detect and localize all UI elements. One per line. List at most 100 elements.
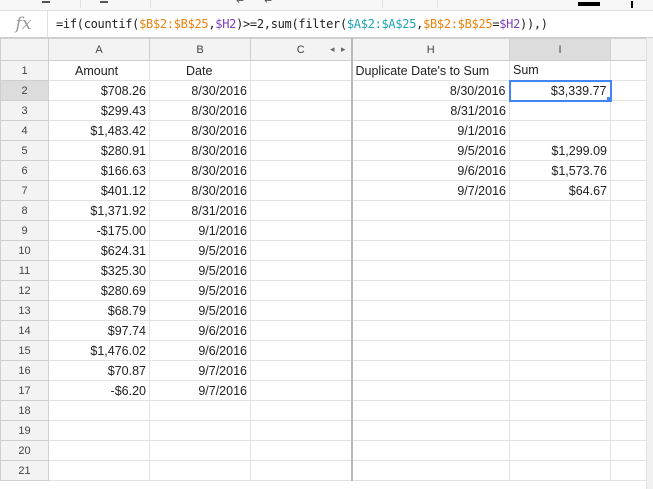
cell-next[interactable] [610,420,648,441]
cell-i2[interactable]: $3,339.77 [508,79,612,102]
cell-h12[interactable] [350,280,510,301]
cell-i11[interactable] [509,260,611,281]
cell-a15[interactable]: $1,476.02 [48,340,150,361]
cell-b18[interactable] [149,400,251,421]
cell-b4[interactable]: 8/30/2016 [149,120,251,141]
cell-c4[interactable] [250,120,352,141]
cell-a11[interactable]: $325.30 [48,260,150,281]
cell-next[interactable] [610,460,648,481]
cell-i15[interactable] [509,340,611,361]
row-header[interactable]: 18 [0,400,49,421]
row-header[interactable]: 19 [0,420,49,441]
cell-a14[interactable]: $97.74 [48,320,150,341]
cell-next[interactable] [610,160,648,181]
row-header[interactable]: 7 [0,180,49,201]
cell-i7[interactable]: $64.67 [509,180,611,201]
cell-i3[interactable] [509,100,611,121]
cell-a19[interactable] [48,420,150,441]
cell-h4[interactable]: 9/1/2016 [350,120,510,141]
cell-next[interactable] [610,140,648,161]
cell-a3[interactable]: $299.43 [48,100,150,121]
row-header[interactable]: 1 [0,60,49,81]
cell-b10[interactable]: 9/5/2016 [149,240,251,261]
row-header[interactable]: 21 [0,460,49,481]
cell-h19[interactable] [350,420,510,441]
cell-c18[interactable] [250,400,352,421]
cell-a2[interactable]: $708.26 [48,80,150,101]
cell-c6[interactable] [250,160,352,181]
cell-c13[interactable] [250,300,352,321]
cell-i19[interactable] [509,420,611,441]
cell-b15[interactable]: 9/6/2016 [149,340,251,361]
cell-b13[interactable]: 9/5/2016 [149,300,251,321]
cell-a13[interactable]: $68.79 [48,300,150,321]
cell-c17[interactable] [250,380,352,401]
cell-c1[interactable] [250,60,352,81]
cell-next[interactable] [610,400,648,421]
row-header[interactable]: 16 [0,360,49,381]
fill-handle[interactable] [605,95,609,99]
cell-b5[interactable]: 8/30/2016 [149,140,251,161]
cell-b8[interactable]: 8/31/2016 [149,200,251,221]
cell-i6[interactable]: $1,573.76 [509,160,611,181]
cell-c14[interactable] [250,320,352,341]
column-header-next[interactable] [610,38,648,61]
vertical-scrollbar[interactable] [646,38,653,489]
row-header[interactable]: 13 [0,300,49,321]
cell-next[interactable] [610,200,648,221]
row-header[interactable]: 20 [0,440,49,461]
column-header-h[interactable]: H [350,38,510,61]
cell-b12[interactable]: 9/5/2016 [149,280,251,301]
cell-b2[interactable]: 8/30/2016 [149,80,251,101]
toolbar-icon[interactable] [631,1,633,8]
cell-c21[interactable] [250,460,352,481]
cell-c20[interactable] [250,440,352,461]
cell-next[interactable] [610,300,648,321]
cell-h11[interactable] [350,260,510,281]
cell-b9[interactable]: 9/1/2016 [149,220,251,241]
cell-next[interactable] [610,380,648,401]
cell-a1[interactable]: Amount [48,60,150,81]
cell-i4[interactable] [509,120,611,141]
row-header[interactable]: 10 [0,240,49,261]
cell-b20[interactable] [149,440,251,461]
cell-b21[interactable] [149,460,251,481]
row-header[interactable]: 14 [0,320,49,341]
cell-next[interactable] [610,80,648,101]
cell-c3[interactable] [250,100,352,121]
cell-h8[interactable] [350,200,510,221]
cell-next[interactable] [610,280,648,301]
cell-next[interactable] [610,260,648,281]
cell-a12[interactable]: $280.69 [48,280,150,301]
cell-h20[interactable] [350,440,510,461]
column-header-b[interactable]: B [149,38,251,61]
cell-h17[interactable] [350,380,510,401]
cell-next[interactable] [610,440,648,461]
row-header[interactable]: 6 [0,160,49,181]
row-header[interactable]: 15 [0,340,49,361]
row-header[interactable]: 12 [0,280,49,301]
cell-h15[interactable] [350,340,510,361]
cell-i5[interactable]: $1,299.09 [509,140,611,161]
cell-c12[interactable] [250,280,352,301]
cell-b14[interactable]: 9/6/2016 [149,320,251,341]
row-header[interactable]: 11 [0,260,49,281]
cell-c19[interactable] [250,420,352,441]
cell-h18[interactable] [350,400,510,421]
align-left-icon[interactable]: ↵ [236,0,245,7]
cell-h5[interactable]: 9/5/2016 [350,140,510,161]
align-right-icon[interactable]: ↵ [264,0,273,7]
cell-next[interactable] [610,60,648,81]
cell-i1[interactable]: Sum [509,60,611,81]
cell-a21[interactable] [48,460,150,481]
cell-c11[interactable] [250,260,352,281]
cell-a7[interactable]: $401.12 [48,180,150,201]
cell-c10[interactable] [250,240,352,261]
cell-a18[interactable] [48,400,150,421]
cell-h6[interactable]: 9/6/2016 [350,160,510,181]
cell-next[interactable] [610,360,648,381]
cell-h3[interactable]: 8/31/2016 [350,100,510,121]
cell-next[interactable] [610,120,648,141]
cell-c9[interactable] [250,220,352,241]
cell-b1[interactable]: Date [149,60,251,81]
